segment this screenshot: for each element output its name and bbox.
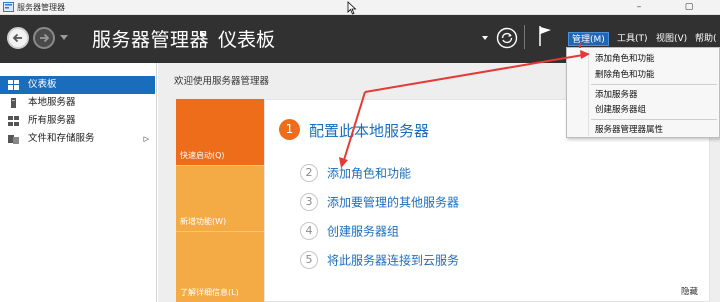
servers-icon [8, 116, 19, 126]
quick-tiles: 快速启动(Q) 新增功能(W) 了解详细信息(L) [176, 99, 264, 302]
manage-dropdown-menu: 添加角色和功能 删除角色和功能 添加服务器 创建服务器组 服务器管理器属性 [566, 47, 720, 138]
sidebar-item-label: 文件和存储服务 [28, 133, 95, 144]
sidebar-item-label: 仪表板 [28, 79, 57, 90]
step-label: 添加要管理的其他服务器 [327, 195, 460, 210]
menu-item-remove-roles[interactable]: 删除角色和功能 [595, 68, 655, 80]
step-label: 创建服务器组 [327, 224, 400, 239]
tile-label: 新增功能(W) [180, 217, 227, 226]
sidebar-item-dashboard[interactable]: 仪表板 [0, 76, 155, 94]
step-number: 5 [300, 251, 318, 269]
step-number: 2 [300, 164, 318, 182]
menu-item-add-roles[interactable]: 添加角色和功能 [595, 52, 655, 64]
arrow-left-icon [12, 33, 22, 43]
menu-gutter [588, 50, 589, 136]
configure-local-server-link[interactable]: 配置此本地服务器 [309, 120, 429, 141]
create-server-group-link[interactable]: 4 创建服务器组 [300, 222, 399, 240]
step-number: 4 [300, 222, 318, 240]
step-label: 添加角色和功能 [327, 166, 412, 181]
header-divider [524, 25, 525, 49]
step-number: 3 [300, 193, 318, 211]
dashboard-icon [8, 80, 19, 90]
breadcrumb-current: 仪表板 [218, 29, 276, 51]
sidebar-item-label: 本地服务器 [28, 97, 76, 108]
menu-item-create-server-group[interactable]: 创建服务器组 [595, 103, 646, 115]
add-roles-features-link[interactable]: 2 添加角色和功能 [300, 164, 411, 182]
menu-separator [591, 84, 717, 85]
mouse-cursor-icon [347, 1, 357, 15]
menu-item-server-manager-properties[interactable]: 服务器管理器属性 [595, 123, 663, 135]
tile-learn-more[interactable]: 了解详细信息(L) [176, 231, 264, 302]
server-manager-app-icon [3, 2, 14, 12]
notifications-flag-icon[interactable] [538, 25, 552, 47]
step-number-badge: 1 [279, 119, 300, 140]
forward-button[interactable] [33, 27, 55, 49]
window-titlebar: 服务器管理器 – ▢ [0, 0, 720, 15]
sidebar-item-all-servers[interactable]: 所有服务器 [0, 112, 155, 130]
page-title: 服务器管理器 [92, 29, 210, 51]
sidebar-item-local-server[interactable]: 本地服务器 [0, 94, 155, 112]
sidebar-item-file-storage[interactable]: 文件和存储服务 ▷ [0, 130, 155, 148]
refresh-dropdown-icon[interactable] [482, 36, 488, 41]
menu-item-add-servers[interactable]: 添加服务器 [595, 88, 638, 100]
minimize-button[interactable]: – [626, 1, 652, 14]
connect-cloud-services-link[interactable]: 5 将此服务器连接到云服务 [300, 251, 459, 269]
tile-whats-new[interactable]: 新增功能(W) [176, 165, 264, 231]
welcome-heading: 欢迎使用服务器管理器 [174, 76, 270, 87]
expand-arrow-icon[interactable]: ▷ [144, 130, 149, 148]
tile-quick-start[interactable]: 快速启动(Q) [176, 99, 264, 165]
server-icon [11, 98, 16, 108]
menu-separator [591, 119, 717, 120]
sidebar-nav: 仪表板 本地服务器 所有服务器 文件和存储服务 ▷ [0, 63, 157, 302]
tile-label: 快速启动(Q) [180, 151, 225, 160]
sidebar-item-label: 所有服务器 [28, 115, 76, 126]
menu-view[interactable]: 视图(V) [653, 32, 690, 46]
hide-link[interactable]: 隐藏 [681, 285, 698, 297]
menu-manage[interactable]: 管理(M) [568, 32, 609, 46]
breadcrumb-separator: ▸ [201, 29, 207, 40]
arrow-right-icon [40, 33, 50, 43]
menu-tools[interactable]: 工具(T) [614, 32, 651, 46]
storage-icon [8, 135, 19, 144]
step-label: 将此服务器连接到云服务 [327, 253, 460, 268]
add-other-servers-link[interactable]: 3 添加要管理的其他服务器 [300, 193, 459, 211]
tile-label: 了解详细信息(L) [180, 288, 239, 297]
window-title: 服务器管理器 [17, 3, 65, 12]
back-button[interactable] [7, 27, 29, 49]
history-dropdown-icon[interactable] [60, 35, 68, 41]
refresh-icon[interactable] [496, 27, 518, 49]
menu-help[interactable]: 帮助( [692, 32, 720, 46]
maximize-button[interactable]: ▢ [676, 1, 702, 14]
